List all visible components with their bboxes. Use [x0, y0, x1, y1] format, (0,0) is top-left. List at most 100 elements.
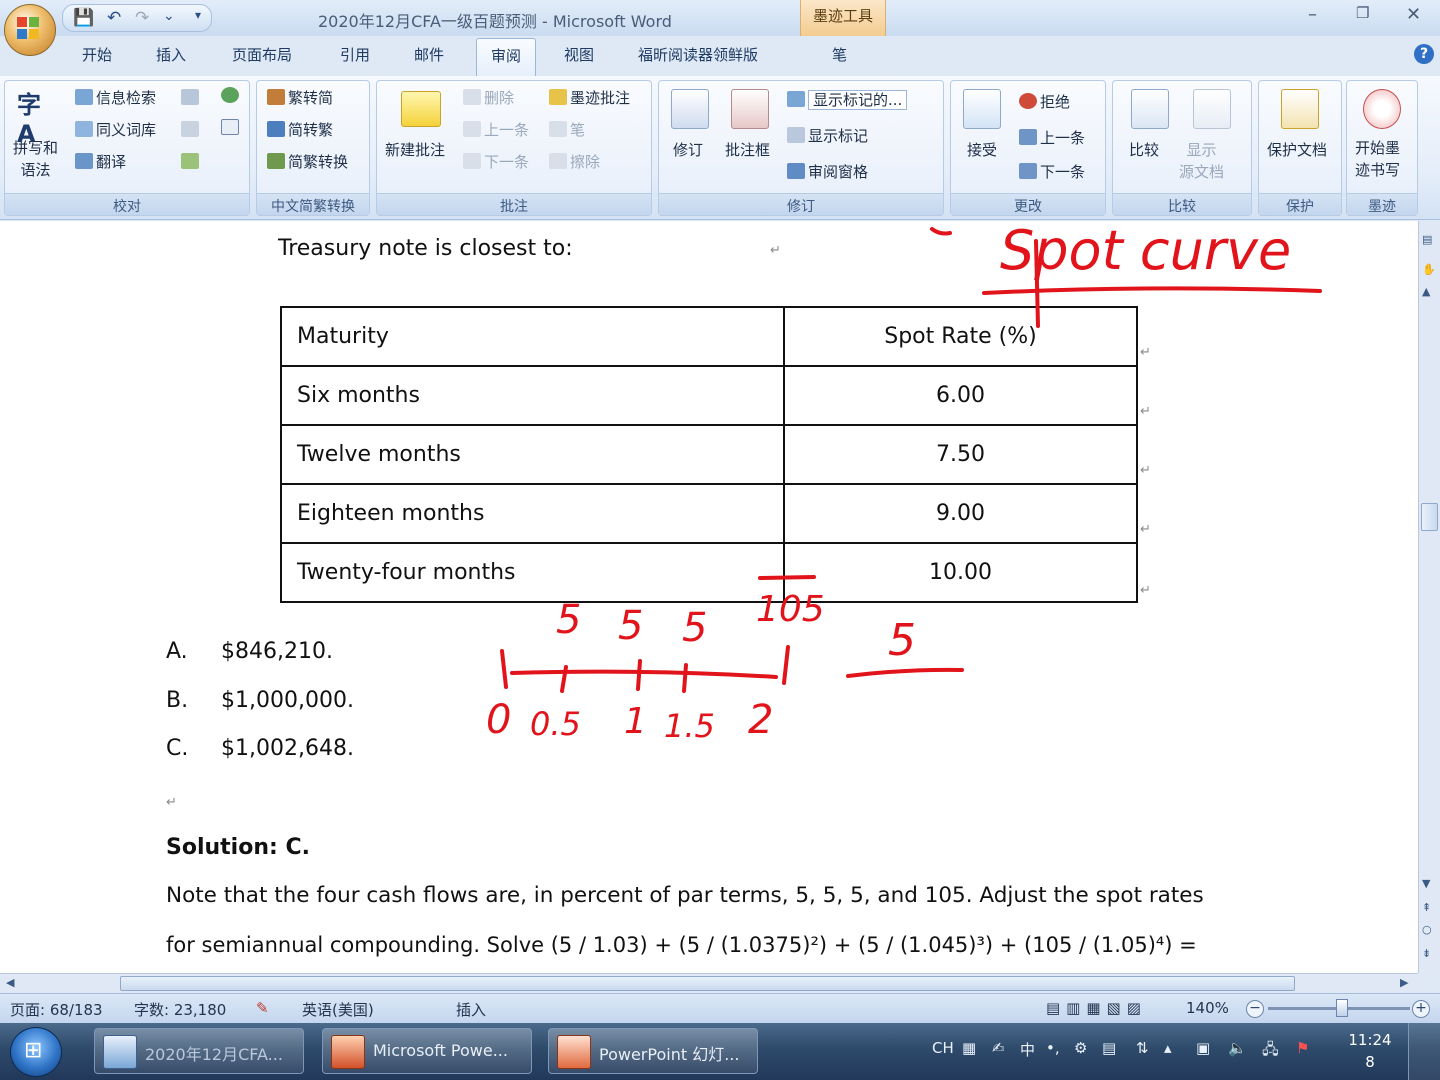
tab-review[interactable]: 审阅	[476, 38, 537, 78]
research-button[interactable]: 信息检索	[75, 87, 156, 108]
track-changes-button[interactable]: 修订	[673, 139, 703, 160]
screentip-icon[interactable]	[181, 153, 199, 169]
tab-pen[interactable]: 笔	[832, 44, 847, 65]
table-cell-maturity: Twenty-four months	[280, 542, 785, 603]
language-indicator[interactable]: 英语(美国)	[302, 999, 374, 1020]
balloons-button[interactable]: 批注框	[725, 139, 770, 160]
browse-object-icon[interactable]: ○	[1422, 923, 1432, 936]
volume-icon[interactable]: 🔈	[1228, 1039, 1247, 1057]
zoom-in-button[interactable]: +	[1412, 1000, 1430, 1018]
show-desktop-button[interactable]	[1408, 1023, 1440, 1080]
scroll-up-icon[interactable]: ▲	[1422, 285, 1430, 298]
research-label: 信息检索	[96, 89, 157, 107]
question-text: Treasury note is closest to:	[278, 236, 573, 261]
horizontal-scrollbar[interactable]: ◀ ▶	[0, 973, 1418, 993]
taskbar-item-slideshow[interactable]: PowerPoint 幻灯...	[548, 1028, 758, 1074]
previous-comment-button[interactable]: 上一条	[463, 119, 529, 140]
to-simplified-button[interactable]: 繁转简	[267, 87, 333, 108]
horizontal-scroll-thumb[interactable]	[120, 976, 1295, 991]
tab-insert[interactable]: 插入	[156, 44, 186, 65]
tab-foxit-reader[interactable]: 福昕阅读器领鲜版	[638, 44, 758, 65]
compare-button[interactable]: 比较	[1129, 139, 1159, 160]
word-count[interactable]: 字数: 23,180	[134, 999, 226, 1020]
tab-references[interactable]: 引用	[340, 44, 370, 65]
scroll-right-icon[interactable]: ▶	[1400, 976, 1408, 989]
system-clock[interactable]: 11:24 8	[1340, 1029, 1400, 1073]
view-buttons[interactable]: ▤▥▦▧▨	[1046, 999, 1147, 1017]
ime-mode[interactable]: 中	[1020, 1039, 1035, 1060]
input-options-icon[interactable]: ⇅	[1136, 1039, 1149, 1057]
pan-icon[interactable]: ✋	[1422, 263, 1436, 276]
punctuation-icon[interactable]: •,	[1046, 1039, 1060, 1057]
taskbar-item-powerpoint[interactable]: Microsoft Powe...	[322, 1028, 532, 1074]
translate-button[interactable]: 翻译	[75, 151, 126, 172]
ime-handwriting-icon[interactable]: ✍	[992, 1039, 1005, 1057]
tab-home[interactable]: 开始	[82, 44, 112, 65]
close-button[interactable]: ✕	[1406, 4, 1421, 25]
eraser-button[interactable]: 擦除	[549, 151, 600, 172]
set-language-icon[interactable]	[181, 121, 199, 137]
page-indicator[interactable]: 页面: 68/183	[10, 999, 103, 1020]
ime-keyboard-icon[interactable]: ▦	[962, 1039, 976, 1057]
tab-view[interactable]: 视图	[564, 44, 594, 65]
previous-change-button[interactable]: 上一条	[1019, 127, 1085, 148]
display-for-review-dropdown[interactable]: 显示标记的...	[787, 89, 908, 110]
protect-document-button[interactable]: 保护文档	[1267, 139, 1327, 160]
taskbar-item-word[interactable]: 2020年12月CFA...	[94, 1028, 304, 1074]
ime-language[interactable]: CH	[932, 1039, 954, 1057]
restore-button[interactable]: ❐	[1356, 4, 1369, 22]
accept-button[interactable]: 接受	[967, 139, 997, 160]
vertical-scroll-thumb[interactable]	[1421, 503, 1438, 531]
undo-icon[interactable]: ↶	[107, 8, 121, 28]
ime-settings-icon[interactable]: ⚙	[1074, 1039, 1087, 1057]
insert-mode[interactable]: 插入	[456, 999, 486, 1020]
thesaurus-label: 同义词库	[96, 121, 157, 139]
next-page-icon[interactable]: ⇟	[1422, 947, 1431, 960]
next-change-button[interactable]: 下一条	[1019, 161, 1085, 182]
zoom-slider-knob[interactable]	[1336, 999, 1348, 1017]
tab-mailings[interactable]: 邮件	[414, 44, 444, 65]
translate-tooltip-icon[interactable]	[181, 89, 199, 105]
reviewing-pane-button[interactable]: 审阅窗格	[787, 161, 868, 182]
proofing-errors-icon[interactable]: ✎	[256, 999, 269, 1017]
delete-comment-button[interactable]: 删除	[463, 87, 514, 108]
start-inking-button[interactable]: 开始墨 迹书写	[1355, 137, 1400, 181]
show-source-button[interactable]: 显示 源文档	[1179, 139, 1224, 183]
thesaurus-button[interactable]: 同义词库	[75, 119, 156, 140]
qat-customize-icon[interactable]: ▾	[195, 8, 201, 22]
qat-more-icon[interactable]: ⌄	[163, 8, 175, 24]
ink-comment-button[interactable]: 墨迹批注	[549, 87, 630, 108]
scroll-down-icon[interactable]: ▼	[1422, 877, 1430, 890]
previous-page-icon[interactable]: ⇞	[1422, 901, 1431, 914]
vertical-scrollbar[interactable]: ▤ ✋ ▲ ▼ ⇞ ○ ⇟	[1418, 221, 1440, 973]
save-icon[interactable]: 💾	[73, 8, 94, 28]
spelling-grammar-button[interactable]: 拼写和 语法	[13, 137, 58, 181]
table-cell-rate: 10.00	[783, 542, 1138, 603]
action-center-icon[interactable]: ⚑	[1296, 1039, 1309, 1057]
redo-icon[interactable]: ↷	[135, 8, 149, 28]
device-icon[interactable]: ▣	[1196, 1039, 1210, 1057]
view-ruler-icon[interactable]: ▤	[1422, 233, 1432, 246]
tab-page-layout[interactable]: 页面布局	[232, 44, 292, 65]
show-hidden-icons[interactable]: ▴	[1164, 1039, 1172, 1057]
zoom-level[interactable]: 140%	[1186, 999, 1229, 1017]
to-traditional-button[interactable]: 简转繁	[267, 119, 333, 140]
pen-button[interactable]: 笔	[549, 119, 585, 140]
scroll-left-icon[interactable]: ◀	[6, 976, 14, 989]
chinese-convert-button[interactable]: 简繁转换	[267, 151, 348, 172]
network-icon[interactable]: 🖧	[1262, 1039, 1279, 1064]
start-button[interactable]: ⊞	[10, 1027, 62, 1077]
zoom-out-button[interactable]: −	[1246, 1000, 1264, 1018]
help-icon[interactable]: ?	[1414, 44, 1434, 64]
next-comment-button[interactable]: 下一条	[463, 151, 529, 172]
reject-button[interactable]: 拒绝	[1019, 91, 1070, 112]
table-row: Eighteen months 9.00	[280, 483, 1138, 544]
minimize-button[interactable]: –	[1308, 4, 1317, 25]
word-count-icon[interactable]	[221, 119, 239, 135]
document-page[interactable]: Treasury note is closest to: ↵ Maturity …	[0, 221, 1418, 973]
ime-toolbar-icon[interactable]: ▤	[1102, 1039, 1116, 1057]
language-icon[interactable]	[221, 87, 239, 103]
new-comment-button[interactable]: 新建批注	[385, 139, 445, 160]
show-markup-button[interactable]: 显示标记	[787, 125, 868, 146]
office-button[interactable]	[4, 4, 56, 56]
